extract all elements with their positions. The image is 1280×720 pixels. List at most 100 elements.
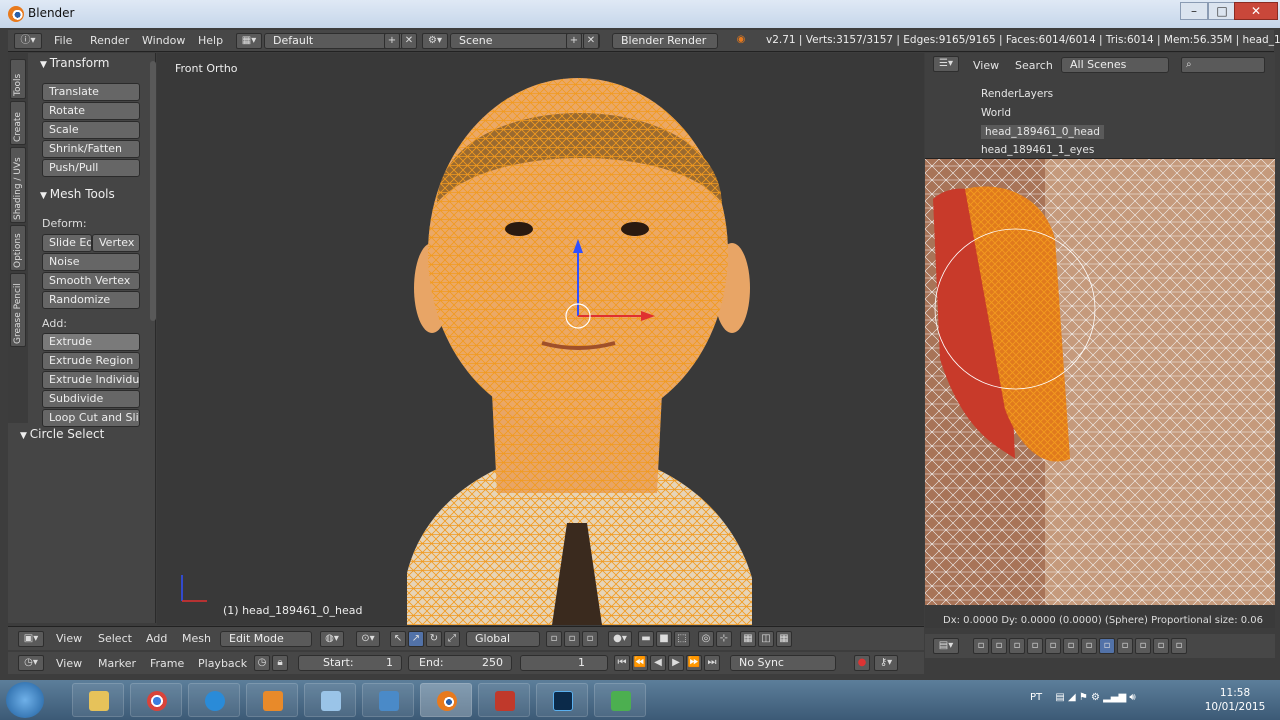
- smooth-vertex-button[interactable]: Smooth Vertex: [42, 272, 140, 290]
- remove-screen-icon[interactable]: ✕: [401, 33, 417, 49]
- uv-tool-icon-11[interactable]: ▫: [1153, 638, 1169, 654]
- outliner-item-head[interactable]: head_189461_0_head: [981, 125, 1104, 139]
- slide-edge-button[interactable]: Slide Ed: [42, 234, 92, 252]
- pivot-point-icon[interactable]: ⊙▾: [356, 631, 380, 647]
- viewport-shading-icon[interactable]: ◍▾: [320, 631, 344, 647]
- uv-tool-icon-10[interactable]: ▫: [1135, 638, 1151, 654]
- preview-range-icon[interactable]: ◷: [254, 655, 270, 671]
- uv-tool-icon-8[interactable]: ▫: [1099, 638, 1115, 654]
- minimize-icon[interactable]: –: [1180, 2, 1208, 20]
- close-icon[interactable]: ✕: [1234, 2, 1278, 20]
- screen-layout-field[interactable]: Default: [264, 33, 404, 49]
- menu-help[interactable]: Help: [198, 34, 223, 47]
- snap-icon[interactable]: ⊹: [716, 631, 732, 647]
- tab-tools[interactable]: Tools: [10, 59, 26, 99]
- manipulator-toggle-icon[interactable]: ↖: [390, 631, 406, 647]
- editor-type-info-icon[interactable]: ⓘ▾: [14, 33, 42, 49]
- menu-file[interactable]: File: [54, 34, 72, 47]
- render-preview-icon[interactable]: ◫: [758, 631, 774, 647]
- lock-range-icon[interactable]: 🔒︎: [272, 655, 288, 671]
- translate-button[interactable]: Translate: [42, 83, 140, 101]
- randomize-button[interactable]: Randomize: [42, 291, 140, 309]
- uv-tool-icon-7[interactable]: ▫: [1081, 638, 1097, 654]
- 3d-menu-mesh[interactable]: Mesh: [182, 632, 211, 645]
- keying-icon[interactable]: ⚷▾: [874, 655, 898, 671]
- start-frame-field[interactable]: Start: 1: [298, 655, 402, 671]
- menu-render[interactable]: Render: [90, 34, 129, 47]
- render-anim-icon[interactable]: ▦: [776, 631, 792, 647]
- outliner-editor-type-icon[interactable]: ☰▾: [933, 56, 959, 72]
- select-mode-vertex-icon[interactable]: ●▾: [608, 631, 632, 647]
- extrude-dropdown[interactable]: Extrude: [42, 333, 140, 351]
- subdivide-button[interactable]: Subdivide: [42, 390, 140, 408]
- taskbar-camtasia-icon[interactable]: [594, 683, 646, 717]
- noise-button[interactable]: Noise: [42, 253, 140, 271]
- screen-layout-icon[interactable]: ▦▾: [236, 33, 262, 49]
- tool-shelf-scrollbar[interactable]: [150, 61, 156, 321]
- extrude-individual-button[interactable]: Extrude Individual: [42, 371, 140, 389]
- taskbar-notepad-icon[interactable]: [304, 683, 356, 717]
- timeline-menu-marker[interactable]: Marker: [98, 657, 136, 670]
- 3d-menu-view[interactable]: View: [56, 632, 82, 645]
- select-mode-edge-icon[interactable]: ▬: [638, 631, 654, 647]
- outliner-menu-view[interactable]: View: [973, 59, 999, 72]
- taskbar-ie-icon[interactable]: [188, 683, 240, 717]
- prev-keyframe-icon[interactable]: ⏪: [632, 655, 648, 671]
- translate-manipulator-icon[interactable]: ↗: [408, 631, 424, 647]
- shrink-fatten-button[interactable]: Shrink/Fatten: [42, 140, 140, 158]
- uv-tool-icon-5[interactable]: ▫: [1045, 638, 1061, 654]
- outliner-item-renderlayers[interactable]: RenderLayers: [981, 88, 1053, 100]
- play-reverse-icon[interactable]: ◀: [650, 655, 666, 671]
- system-clock[interactable]: 11:58 10/01/2015: [1200, 686, 1270, 714]
- uv-tool-icon-3[interactable]: ▫: [1009, 638, 1025, 654]
- tab-grease-pencil[interactable]: Grease Pencil: [10, 273, 26, 347]
- tray-icons[interactable]: ▤ ◢ ⚑ ⚙ ▂▄▆ 🔊︎: [1055, 692, 1135, 703]
- layer-icon-3[interactable]: ▫: [582, 631, 598, 647]
- menu-window[interactable]: Window: [142, 34, 185, 47]
- taskbar-chrome-icon[interactable]: [130, 683, 182, 717]
- timeline-menu-frame[interactable]: Frame: [150, 657, 184, 670]
- outliner-item-eyes[interactable]: head_189461_1_eyes: [981, 144, 1094, 156]
- 3d-viewport[interactable]: Front Ortho (1) head_189461_0_head: [157, 53, 924, 625]
- panel-transform[interactable]: Transform: [40, 56, 110, 70]
- uv-texture-preview[interactable]: [925, 159, 1275, 605]
- layer-icon-1[interactable]: ▫: [546, 631, 562, 647]
- end-frame-field[interactable]: End: 250: [408, 655, 512, 671]
- taskbar-photoshop-icon[interactable]: [536, 683, 588, 717]
- tab-create[interactable]: Create: [10, 101, 26, 145]
- panel-mesh-tools[interactable]: Mesh Tools: [40, 187, 115, 201]
- push-pull-button[interactable]: Push/Pull: [42, 159, 140, 177]
- uv-image-editor[interactable]: [925, 159, 1275, 605]
- remove-scene-icon[interactable]: ✕: [583, 33, 599, 49]
- record-icon[interactable]: ●: [854, 655, 870, 671]
- timeline-menu-playback[interactable]: Playback: [198, 657, 247, 670]
- tab-options[interactable]: Options: [10, 225, 26, 271]
- taskbar-media-player-icon[interactable]: [246, 683, 298, 717]
- rotate-manipulator-icon[interactable]: ↻: [426, 631, 442, 647]
- uv-tool-icon-6[interactable]: ▫: [1063, 638, 1079, 654]
- jump-start-icon[interactable]: ⏮: [614, 655, 630, 671]
- uv-editor-type-icon[interactable]: ▤▾: [933, 638, 959, 654]
- uv-tool-icon-9[interactable]: ▫: [1117, 638, 1133, 654]
- rotate-button[interactable]: Rotate: [42, 102, 140, 120]
- render-engine-dropdown[interactable]: Blender Render: [612, 33, 718, 49]
- loop-cut-slide-button[interactable]: Loop Cut and Slide: [42, 409, 140, 427]
- outliner-search-icon[interactable]: ⌕: [1181, 57, 1265, 73]
- taskbar-cinema4d-icon[interactable]: [478, 683, 530, 717]
- proportional-edit-icon[interactable]: ◎: [698, 631, 714, 647]
- language-indicator[interactable]: PT: [1030, 692, 1042, 703]
- start-menu-icon[interactable]: [6, 682, 44, 718]
- play-icon[interactable]: ▶: [668, 655, 684, 671]
- outliner-scenes-dropdown[interactable]: All Scenes: [1061, 57, 1169, 73]
- taskbar-blender-icon[interactable]: [420, 683, 472, 717]
- extrude-region-button[interactable]: Extrude Region: [42, 352, 140, 370]
- 3d-editor-type-icon[interactable]: ▣▾: [18, 631, 44, 647]
- uv-tool-icon-4[interactable]: ▫: [1027, 638, 1043, 654]
- snap-element-icon[interactable]: ▦: [740, 631, 756, 647]
- uv-tool-icon-12[interactable]: ▫: [1171, 638, 1187, 654]
- layer-icon-2[interactable]: ▫: [564, 631, 580, 647]
- 3d-menu-add[interactable]: Add: [146, 632, 167, 645]
- orientation-dropdown[interactable]: Global: [466, 631, 540, 647]
- add-screen-icon[interactable]: +: [384, 33, 400, 49]
- taskbar-window-icon[interactable]: [362, 683, 414, 717]
